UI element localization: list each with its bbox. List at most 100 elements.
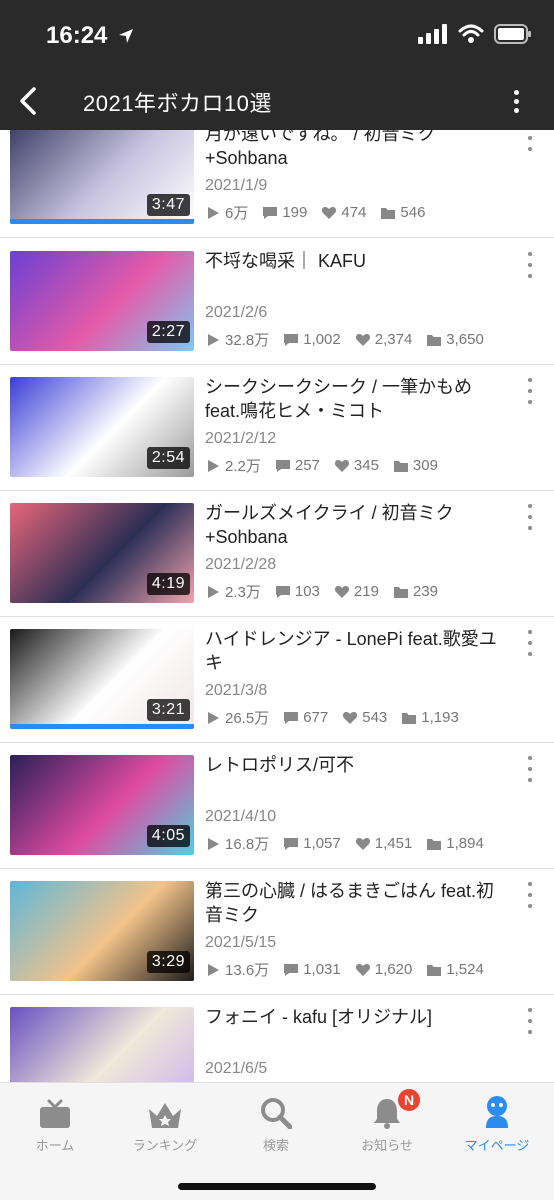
views-stat: 26.5万	[205, 707, 269, 728]
play-icon	[208, 585, 219, 598]
tab-mypage[interactable]: マイページ	[442, 1093, 552, 1155]
video-more-button[interactable]	[524, 378, 536, 404]
video-thumbnail[interactable]: 2:27	[10, 251, 194, 351]
play-icon	[208, 837, 219, 850]
more-dot	[528, 526, 532, 530]
likes-stat: 474	[321, 204, 366, 221]
views-stat: 32.8万	[205, 329, 269, 350]
video-duration: 4:05	[146, 825, 190, 847]
video-thumbnail[interactable]: 2:54	[10, 377, 194, 477]
person-icon	[486, 1096, 508, 1128]
back-button[interactable]	[8, 80, 48, 122]
video-more-button[interactable]	[524, 756, 536, 782]
video-row[interactable]: 3:47 月が遠いですね。 / 初音ミク +Sohbana 2021/1/9 6万 19…	[0, 130, 554, 238]
video-more-button[interactable]	[524, 130, 536, 151]
folder-icon	[393, 586, 408, 598]
more-dot	[528, 515, 532, 519]
search-icon	[261, 1098, 292, 1129]
mylists-stat: 239	[393, 583, 438, 600]
video-title: 月が遠いですね。 / 初音ミク +Sohbana	[205, 130, 436, 168]
more-dot	[528, 778, 532, 782]
likes-count: 345	[353, 457, 379, 474]
video-more-button[interactable]	[524, 504, 536, 530]
comment-icon	[284, 837, 299, 850]
video-duration: 3:21	[146, 699, 190, 721]
more-dot	[528, 652, 532, 656]
heart-icon	[334, 585, 349, 598]
video-row[interactable]: 3:29 第三の心臓 / はるまきごはん feat.初音ミク 2021/5/15 13…	[0, 869, 554, 995]
tab-label: ランキング	[132, 1138, 198, 1153]
tab-label: 検索	[262, 1138, 289, 1153]
folder-icon	[393, 460, 408, 472]
video-row[interactable]: フォニイ - kafu [オリジナル] 2021/6/5	[0, 995, 554, 1082]
tab-home[interactable]: ホーム	[0, 1093, 110, 1155]
video-more-button[interactable]	[524, 1008, 536, 1034]
views-count: 6万	[225, 205, 249, 222]
video-title: シークシークシーク / 一筆かもめ feat.鳴花ヒメ・ミコト	[205, 377, 473, 421]
mylists-count: 309	[412, 457, 438, 474]
video-row[interactable]: 2:27 不埒な喝采｜ KAFU 2021/2/6 32.8万 1,002 2,374 3,…	[0, 239, 554, 365]
video-stats: 2.3万 103 219 239	[205, 581, 452, 602]
video-duration: 2:54	[146, 447, 190, 469]
signal-icon	[418, 24, 447, 44]
battery-icon	[494, 24, 531, 44]
video-title: フォニイ - kafu [オリジナル]	[205, 1007, 433, 1027]
status-time: 16:24	[46, 22, 108, 49]
views-count: 32.8万	[225, 332, 270, 349]
likes-stat: 219	[334, 583, 379, 600]
likes-count: 543	[362, 709, 388, 726]
mylists-count: 1,524	[446, 961, 484, 978]
video-stats: 13.6万 1,031 1,620 1,524	[205, 959, 498, 980]
tab-search[interactable]: 検索	[221, 1093, 331, 1155]
video-thumbnail[interactable]: 4:05	[10, 755, 194, 855]
more-dot	[528, 756, 532, 760]
video-date: 2021/4/10	[205, 808, 277, 825]
heart-icon	[355, 963, 370, 976]
views-stat: 13.6万	[205, 959, 269, 980]
video-title: ガールズメイクライ / 初音ミク +Sohbana	[205, 503, 454, 547]
watch-progress-bar	[10, 724, 194, 729]
mylists-stat: 309	[393, 457, 438, 474]
comments-count: 199	[282, 204, 308, 221]
folder-icon	[427, 334, 442, 346]
video-stats: 16.8万 1,057 1,451 1,894	[205, 833, 498, 854]
comments-stat: 677	[283, 709, 328, 726]
more-dot	[513, 89, 519, 95]
video-stats: 6万 199 474 546	[205, 202, 439, 223]
likes-stat: 543	[342, 709, 387, 726]
video-thumbnail[interactable]	[10, 1007, 194, 1082]
views-count: 26.5万	[225, 710, 270, 727]
video-thumbnail[interactable]: 3:47	[10, 130, 194, 224]
status-bar: 16:24	[0, 0, 554, 72]
more-dot	[528, 504, 532, 508]
video-row[interactable]: 4:19 ガールズメイクライ / 初音ミク +Sohbana 2021/2/28 2.…	[0, 491, 554, 617]
video-row[interactable]: 4:05 レトロポリス/可不 2021/4/10 16.8万 1,057 1,451 1,8…	[0, 743, 554, 869]
video-more-button[interactable]	[524, 882, 536, 908]
video-more-button[interactable]	[524, 252, 536, 278]
comments-count: 1,031	[303, 961, 341, 978]
views-count: 16.8万	[225, 836, 270, 853]
more-dot	[513, 98, 519, 104]
video-thumbnail[interactable]: 3:21	[10, 629, 194, 729]
video-thumbnail[interactable]: 3:29	[10, 881, 194, 981]
more-dot	[528, 1030, 532, 1034]
video-stats: 26.5万 677 543 1,193	[205, 707, 473, 728]
video-row[interactable]: 3:21 ハイドレンジア - LonePi feat.歌愛ユキ 2021/3/8 26…	[0, 617, 554, 743]
video-row[interactable]: 2:54 シークシークシーク / 一筆かもめ feat.鳴花ヒメ・ミコト 2021/…	[0, 365, 554, 491]
more-dot	[528, 389, 532, 393]
chevron-left-icon	[20, 87, 36, 115]
tab-ranking[interactable]: ランキング	[110, 1093, 220, 1155]
header-more-button[interactable]	[506, 84, 526, 118]
tab-notifications[interactable]: N お知らせ	[332, 1087, 442, 1155]
more-dot	[528, 400, 532, 404]
views-count: 2.2万	[225, 458, 261, 475]
mylists-stat: 1,193	[401, 709, 459, 726]
views-stat: 6万	[205, 202, 248, 223]
video-thumbnail[interactable]: 4:19	[10, 503, 194, 603]
video-duration: 3:29	[146, 951, 190, 973]
likes-count: 1,620	[374, 961, 413, 978]
video-more-button[interactable]	[524, 630, 536, 656]
comments-stat: 1,057	[283, 835, 341, 852]
play-icon	[208, 963, 219, 976]
mylists-stat: 3,650	[426, 331, 484, 348]
